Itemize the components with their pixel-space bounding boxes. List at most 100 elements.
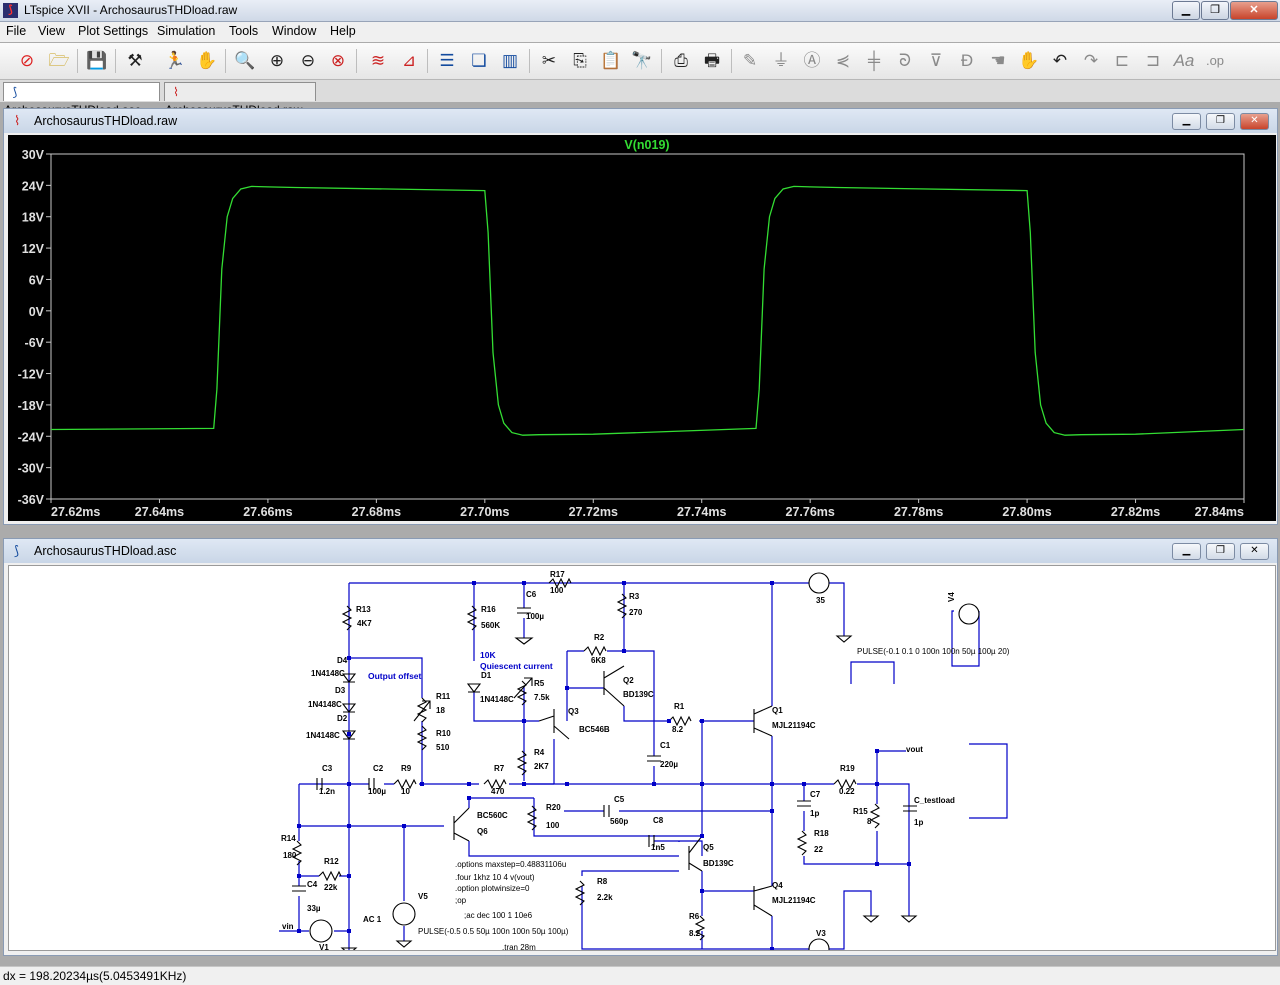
component-label[interactable]: 22 bbox=[814, 845, 823, 854]
component-icon[interactable]: Ɖ bbox=[954, 48, 980, 74]
waveform-minimize-button[interactable]: ▁ bbox=[1172, 113, 1201, 130]
component-label[interactable]: C_testload bbox=[914, 796, 955, 805]
wire-icon[interactable]: ✎ bbox=[737, 48, 763, 74]
component-label[interactable]: C4 bbox=[307, 880, 318, 889]
comment-label[interactable]: 10K bbox=[480, 650, 496, 660]
component-label[interactable]: MJL21194C bbox=[772, 721, 816, 730]
zoom-out-icon[interactable]: ⊖ bbox=[295, 48, 321, 74]
schematic-canvas[interactable]: R17 100 C6 100µ R3 270 R13 4K7 R16 560K R2 6K8 D4 1N4… bbox=[8, 565, 1276, 961]
menu-simulation[interactable]: Simulation bbox=[157, 24, 215, 38]
text-icon[interactable]: Aa bbox=[1171, 48, 1197, 74]
component-label[interactable]: 22k bbox=[324, 883, 338, 892]
component-label[interactable]: R19 bbox=[840, 764, 855, 773]
component-label[interactable]: Q1 bbox=[772, 706, 783, 715]
component-label[interactable]: R14 bbox=[281, 834, 296, 843]
component-label[interactable]: MJL21194C bbox=[772, 896, 816, 905]
component-label[interactable]: 1p bbox=[914, 818, 923, 827]
copy-icon[interactable]: ⎘ bbox=[567, 48, 593, 74]
comment-label[interactable]: Quiescent current bbox=[480, 661, 553, 671]
halt-icon[interactable]: ✋ bbox=[194, 48, 220, 74]
spice-directive[interactable]: ;ac dec 100 1 10e6 bbox=[464, 911, 533, 920]
component-label[interactable]: R3 bbox=[629, 592, 640, 601]
menu-file[interactable]: File bbox=[6, 24, 26, 38]
new-schematic-icon[interactable]: ⊘ bbox=[14, 48, 40, 74]
find-icon[interactable]: 🔭 bbox=[629, 48, 655, 74]
component-label[interactable]: 470 bbox=[491, 787, 505, 796]
component-label[interactable]: 7.5k bbox=[534, 693, 550, 702]
component-label[interactable]: R13 bbox=[356, 605, 371, 614]
component-label[interactable]: 1.2n bbox=[319, 787, 335, 796]
component-label[interactable]: 100 bbox=[550, 586, 564, 595]
schematic-maximize-button[interactable]: ❐ bbox=[1206, 543, 1235, 560]
component-label[interactable]: R1 bbox=[674, 702, 685, 711]
component-label[interactable]: Q2 bbox=[623, 676, 634, 685]
component-label[interactable]: 2.2k bbox=[597, 893, 613, 902]
spice-directive-icon[interactable]: .op bbox=[1202, 48, 1228, 74]
component-label[interactable]: R10 bbox=[436, 729, 451, 738]
component-label[interactable]: 10 bbox=[401, 787, 410, 796]
component-label[interactable]: C7 bbox=[810, 790, 821, 799]
drag-icon[interactable]: ✋ bbox=[1016, 48, 1042, 74]
waveform-plot[interactable]: V(n019) 30V 24V 18V 12V 6V 0V -6V -12V -18V -24V -… bbox=[8, 135, 1276, 521]
spice-directive[interactable]: PULSE(-0.5 0.5 50µ 100n 100n 50µ 100µ) bbox=[418, 927, 569, 936]
component-label[interactable]: Q4 bbox=[772, 881, 783, 890]
component-label[interactable]: R4 bbox=[534, 748, 545, 757]
component-label[interactable]: 1p bbox=[810, 809, 819, 818]
component-label[interactable]: 8.2 bbox=[689, 929, 701, 938]
menu-plot-settings[interactable]: Plot Settings bbox=[78, 24, 148, 38]
component-label[interactable]: vout bbox=[906, 745, 923, 754]
undo-icon[interactable]: ↶ bbox=[1047, 48, 1073, 74]
component-label[interactable]: R8 bbox=[597, 877, 608, 886]
diode-icon[interactable]: ⊽ bbox=[923, 48, 949, 74]
paste-icon[interactable]: 📋 bbox=[598, 48, 624, 74]
component-label[interactable]: C3 bbox=[322, 764, 333, 773]
spice-directive[interactable]: .tran 28m bbox=[502, 943, 536, 952]
menu-tools[interactable]: Tools bbox=[229, 24, 258, 38]
component-label[interactable]: 560p bbox=[610, 817, 628, 826]
component-label[interactable]: V3 bbox=[816, 929, 826, 938]
component-label[interactable]: 18 bbox=[436, 706, 445, 715]
component-label[interactable]: Q5 bbox=[703, 843, 714, 852]
schematic-drawing[interactable]: R17 100 C6 100µ R3 270 R13 4K7 R16 560K R2 6K8 D4 1N4… bbox=[9, 566, 1275, 961]
component-label[interactable]: 100 bbox=[546, 821, 560, 830]
move-icon[interactable]: ☚ bbox=[985, 48, 1011, 74]
print-icon[interactable]: ⎙ bbox=[668, 48, 694, 74]
component-label[interactable]: AC 1 bbox=[363, 915, 382, 924]
component-label[interactable]: C1 bbox=[660, 741, 671, 750]
component-label[interactable]: 180 bbox=[283, 851, 297, 860]
schematic-close-button[interactable]: ✕ bbox=[1240, 543, 1269, 560]
component-label[interactable]: 1n5 bbox=[651, 843, 665, 852]
component-label[interactable]: 220µ bbox=[660, 760, 678, 769]
cut-icon[interactable]: ✂ bbox=[536, 48, 562, 74]
comment-label[interactable]: Output offset bbox=[368, 671, 422, 681]
trace-v-n019[interactable] bbox=[50, 185, 1245, 436]
component-label[interactable]: R20 bbox=[546, 803, 561, 812]
component-label[interactable]: D2 bbox=[337, 714, 348, 723]
waveform-close-button[interactable]: ✕ bbox=[1240, 113, 1269, 130]
waveform-plot-area[interactable]: V(n019) 30V 24V 18V 12V 6V 0V -6V -12V -18V -24V -… bbox=[8, 135, 1276, 521]
component-label[interactable]: V5 bbox=[418, 892, 428, 901]
ground-icon[interactable]: ⏚ bbox=[768, 48, 794, 74]
waveform-maximize-button[interactable]: ❐ bbox=[1206, 113, 1235, 130]
inductor-icon[interactable]: ᘐ bbox=[892, 48, 918, 74]
menu-window[interactable]: Window bbox=[272, 24, 316, 38]
menu-help[interactable]: Help bbox=[330, 24, 356, 38]
spice-directive[interactable]: .four 1khz 10 4 v(vout) bbox=[455, 873, 535, 882]
component-label[interactable]: 1N4148C bbox=[308, 700, 342, 709]
tab-waveform[interactable]: ⌇ArchosaurusTHDload.raw bbox=[164, 82, 316, 117]
spice-directive[interactable]: .option plotwinsize=0 bbox=[455, 884, 530, 893]
component-label[interactable]: Q6 bbox=[477, 827, 488, 836]
cascade-icon[interactable]: ❏ bbox=[466, 48, 492, 74]
component-label[interactable]: R12 bbox=[324, 857, 339, 866]
zoom-fit-icon[interactable]: ⊗ bbox=[325, 48, 351, 74]
spice-directive[interactable]: ;op bbox=[455, 896, 467, 905]
component-label[interactable]: D1 bbox=[481, 671, 492, 680]
trace-label[interactable]: V(n019) bbox=[624, 138, 669, 152]
component-label[interactable]: 0.22 bbox=[839, 787, 855, 796]
component-label[interactable]: R2 bbox=[594, 633, 605, 642]
component-label[interactable]: R18 bbox=[814, 829, 829, 838]
label-icon[interactable]: Ⓐ bbox=[799, 48, 825, 74]
zoom-in-icon[interactable]: ⊕ bbox=[264, 48, 290, 74]
tile-vertical-icon[interactable]: ▥ bbox=[497, 48, 523, 74]
component-label[interactable]: 100µ bbox=[368, 787, 386, 796]
